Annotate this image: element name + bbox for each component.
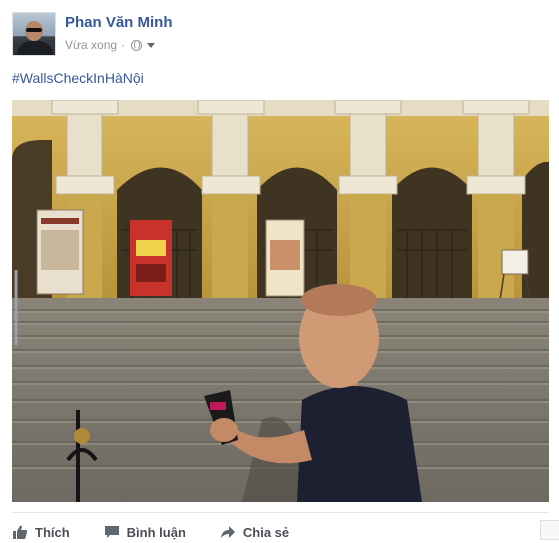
- post-photo[interactable]: [12, 100, 549, 502]
- post-meta: Vừa xong ·: [65, 38, 156, 52]
- like-label: Thích: [35, 524, 70, 540]
- share-arrow-icon: [220, 526, 235, 538]
- thumbs-up-icon: [13, 525, 28, 539]
- photo-illustration: [12, 100, 549, 502]
- share-label: Chia sẻ: [242, 524, 290, 540]
- meta-separator: ·: [121, 38, 126, 52]
- avatar-body: [17, 41, 53, 55]
- comment-label: Bình luận: [126, 524, 186, 540]
- caret-down-icon[interactable]: [147, 42, 156, 48]
- like-button[interactable]: Thích: [12, 524, 70, 540]
- avatar-sunglasses: [26, 28, 42, 32]
- viewer-avatar-corner[interactable]: [540, 520, 559, 540]
- comment-icon: [104, 526, 119, 538]
- author-avatar[interactable]: [12, 12, 56, 56]
- author-name[interactable]: Phan Văn Minh: [65, 14, 173, 31]
- post-hashtag[interactable]: #WallsCheckInHàNội: [12, 70, 144, 86]
- post-header: Phan Văn Minh Vừa xong ·: [12, 12, 552, 60]
- action-divider: [12, 512, 549, 513]
- globe-icon: [131, 39, 143, 51]
- comment-button[interactable]: Bình luận: [104, 524, 186, 540]
- post-timestamp[interactable]: Vừa xong: [65, 38, 117, 52]
- share-button[interactable]: Chia sẻ: [220, 524, 289, 540]
